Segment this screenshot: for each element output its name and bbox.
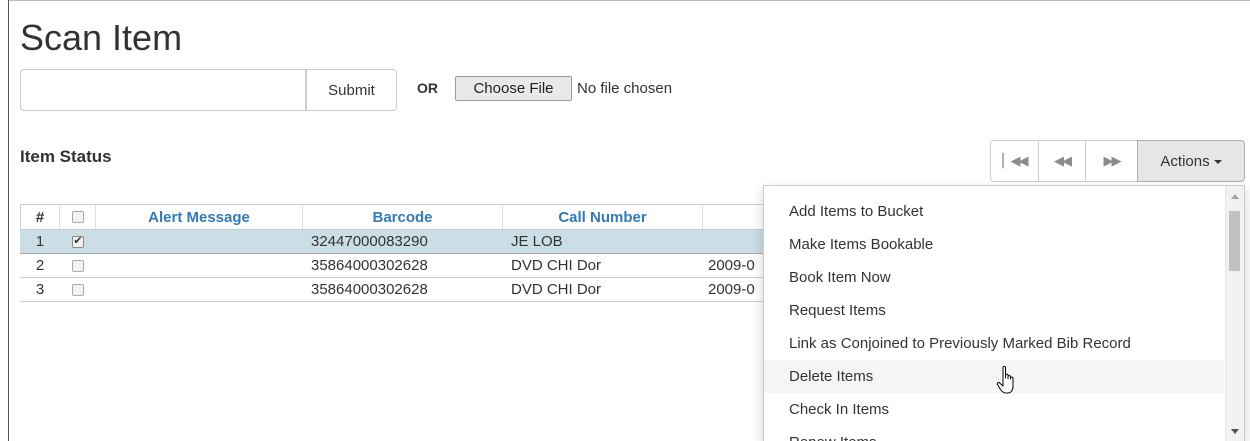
previous-page-icon: ◀◀ (1054, 153, 1072, 168)
scroll-up-arrow-icon[interactable] (1231, 194, 1239, 199)
window-top-border (8, 0, 1250, 1)
row-checkbox[interactable] (72, 259, 84, 272)
scrollbar-thumb[interactable] (1229, 211, 1240, 271)
menu-item-add-items-to-bucket[interactable]: Add Items to Bucket (764, 195, 1224, 228)
row-call-number: JE LOB (511, 233, 563, 250)
item-status-heading: Item Status (20, 147, 112, 166)
row-alert (96, 230, 303, 253)
barcode-input[interactable] (20, 69, 306, 111)
row-checkbox[interactable]: ✔ (72, 235, 84, 248)
caret-down-icon (1213, 159, 1222, 164)
first-page-icon: ▏◀◀ (1002, 153, 1029, 168)
menu-item-request-items[interactable]: Request Items (764, 294, 1224, 327)
next-page-icon: ▶▶ (1103, 153, 1122, 168)
menu-item-link-as-conjoined[interactable]: Link as Conjoined to Previously Marked B… (764, 327, 1224, 360)
row-barcode: 32447000083290 (311, 233, 428, 250)
actions-dropdown-button[interactable]: Actions (1137, 140, 1245, 182)
menu-item-book-item-now[interactable]: Book Item Now (764, 261, 1224, 294)
column-header-number[interactable]: # (20, 205, 60, 229)
actions-label: Actions (1160, 152, 1210, 170)
previous-page-button[interactable]: ◀◀ (1038, 140, 1086, 182)
row-alert (96, 278, 303, 301)
column-header-alert-message[interactable]: Alert Message (96, 205, 303, 229)
column-header-call-number[interactable]: Call Number (503, 205, 703, 229)
row-call-number: DVD CHI Dor (511, 257, 602, 274)
menu-scrollbar[interactable] (1225, 186, 1244, 441)
row-number: 3 (35, 281, 45, 298)
row-checkbox-cell[interactable]: ✔ (60, 230, 96, 253)
column-header-barcode[interactable]: Barcode (303, 205, 503, 229)
choose-file-button[interactable]: Choose File (455, 76, 572, 101)
menu-item-renew-items[interactable]: Renew Items (764, 426, 1224, 441)
row-barcode: 35864000302628 (311, 281, 428, 298)
first-page-button[interactable]: ▏◀◀ (990, 140, 1039, 182)
actions-menu: Add Items to Bucket Make Items Bookable … (763, 185, 1245, 441)
table-row[interactable]: 3 35864000302628 DVD CHI Dor 2009-0 (20, 278, 780, 302)
row-checkbox-cell[interactable] (60, 278, 96, 301)
file-status-text: No file chosen (577, 80, 673, 97)
menu-item-check-in-items[interactable]: Check In Items (764, 393, 1224, 426)
window-left-border (8, 0, 9, 441)
row-checkbox-cell[interactable] (60, 254, 96, 277)
row-barcode: 35864000302628 (311, 257, 428, 274)
row-checkbox[interactable] (72, 283, 84, 296)
row-alert (96, 254, 303, 277)
menu-item-delete-items[interactable]: Delete Items (764, 360, 1224, 393)
table-row[interactable]: 1 ✔ 32447000083290 JE LOB (20, 230, 780, 254)
row-number: 1 (35, 233, 45, 250)
select-all-checkbox[interactable] (71, 211, 84, 223)
or-label: OR (417, 80, 438, 96)
row-call-number: DVD CHI Dor (511, 281, 602, 298)
select-all-cell[interactable] (60, 205, 96, 229)
next-page-button[interactable]: ▶▶ (1085, 140, 1138, 182)
hand-pointer-cursor-icon (996, 366, 1014, 394)
row-number: 2 (35, 257, 45, 274)
scroll-down-arrow-icon[interactable] (1231, 429, 1239, 434)
menu-item-make-items-bookable[interactable]: Make Items Bookable (764, 228, 1224, 261)
submit-button[interactable]: Submit (306, 69, 397, 111)
grid-header: # Alert Message Barcode Call Number (20, 204, 780, 230)
page-title: Scan Item (20, 17, 183, 58)
table-row[interactable]: 2 35864000302628 DVD CHI Dor 2009-0 (20, 254, 780, 278)
